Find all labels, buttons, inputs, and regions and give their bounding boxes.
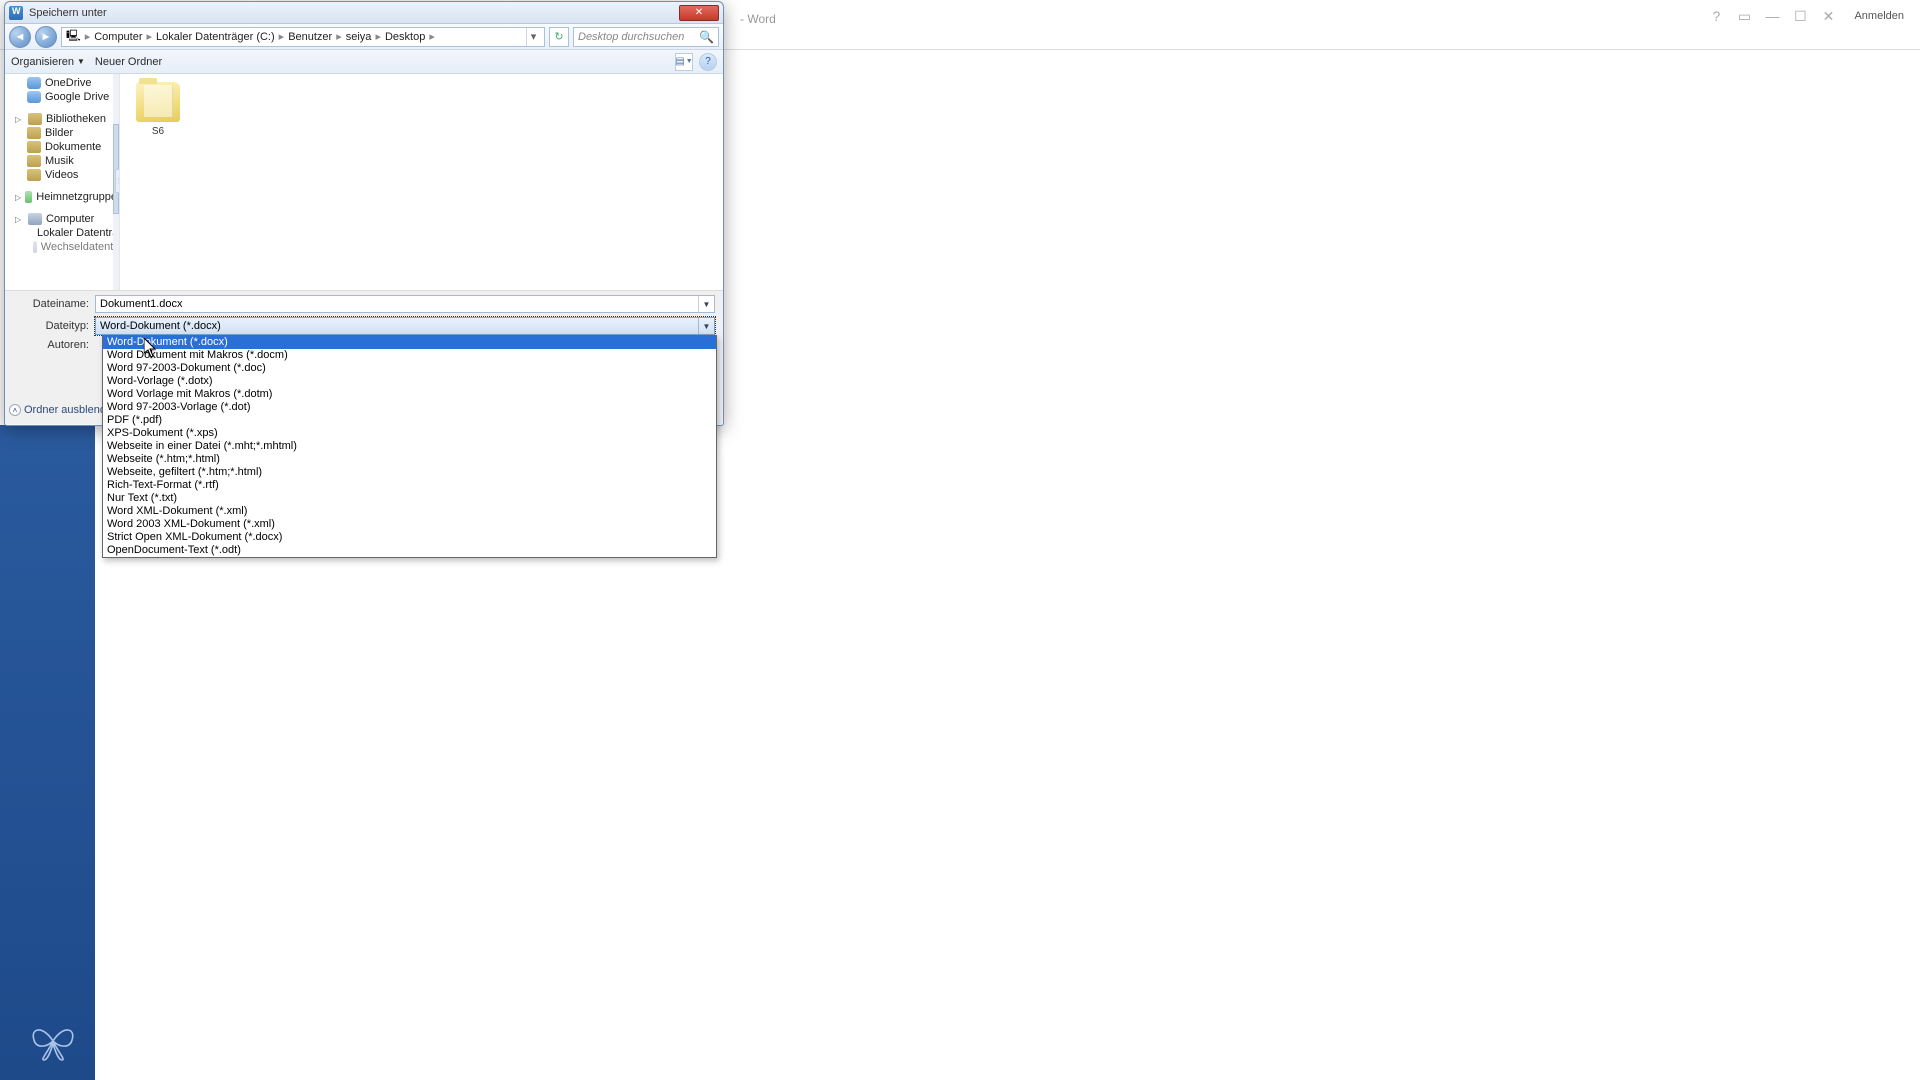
folder-tree[interactable]: OneDrive Google Drive ▷Bibliotheken Bild… <box>5 74 120 290</box>
dialog-title: Speichern unter <box>29 7 107 19</box>
breadcrumb-seg[interactable]: Lokaler Datenträger (C:) <box>156 31 275 43</box>
address-dropdown-icon[interactable]: ▾ <box>526 28 540 46</box>
organize-menu[interactable]: Organisieren ▼ <box>11 56 85 68</box>
search-placeholder: Desktop durchsuchen <box>578 31 684 43</box>
nav-back-button[interactable]: ◄ <box>9 26 31 48</box>
breadcrumb-seg[interactable]: Benutzer <box>288 31 332 43</box>
drive-icon <box>33 241 37 253</box>
library-icon <box>28 113 42 125</box>
filetype-option[interactable]: Word-Vorlage (*.dotx) <box>103 375 716 388</box>
folder-icon <box>136 82 180 122</box>
dropdown-arrow-icon[interactable]: ▼ <box>698 296 714 312</box>
maximize-icon[interactable]: ☐ <box>1792 8 1808 24</box>
dropdown-arrow-icon[interactable]: ▼ <box>698 318 714 334</box>
tree-item-local-c[interactable]: Lokaler Datenträ <box>5 226 119 240</box>
help-button[interactable]: ? <box>699 53 717 71</box>
filetype-option[interactable]: Rich-Text-Format (*.rtf) <box>103 479 716 492</box>
tree-item-gdrive[interactable]: Google Drive <box>5 90 119 104</box>
address-bar[interactable]: 🖳 ▸ Computer ▸ Lokaler Datenträger (C:) … <box>61 27 545 47</box>
videos-icon <box>27 169 41 181</box>
chevron-right-icon[interactable]: ▸ <box>147 30 153 43</box>
filetype-option[interactable]: Webseite, gefiltert (*.htm;*.html) <box>103 466 716 479</box>
tree-item-libraries[interactable]: ▷Bibliotheken <box>5 112 119 126</box>
tree-item-pictures[interactable]: Bilder <box>5 126 119 140</box>
tree-item-removable[interactable]: Wechseldatentr <box>5 240 119 254</box>
dialog-close-button[interactable]: ✕ <box>679 5 719 21</box>
documents-icon <box>27 141 41 153</box>
filetype-option[interactable]: Webseite (*.htm;*.html) <box>103 453 716 466</box>
navigation-row: ◄ ► 🖳 ▸ Computer ▸ Lokaler Datenträger (… <box>5 24 723 50</box>
nav-forward-button[interactable]: ► <box>35 26 57 48</box>
filetype-option[interactable]: Word 2003 XML-Dokument (*.xml) <box>103 518 716 531</box>
homegroup-icon <box>25 191 32 203</box>
computer-icon <box>28 213 42 225</box>
filetype-option[interactable]: Word Dokument mit Makros (*.docm) <box>103 349 716 362</box>
word-app-icon <box>9 6 23 20</box>
pictures-icon <box>27 127 41 139</box>
refresh-button[interactable]: ↻ <box>549 27 569 47</box>
chevron-right-icon[interactable]: ▸ <box>429 30 435 43</box>
breadcrumb-seg[interactable]: seiya <box>346 31 372 43</box>
help-icon[interactable]: ? <box>1708 8 1724 24</box>
ribbon-display-icon[interactable]: ▭ <box>1736 8 1752 24</box>
filetype-option[interactable]: Word 97-2003-Vorlage (*.dot) <box>103 401 716 414</box>
sign-in-link[interactable]: Anmelden <box>1848 8 1910 24</box>
tree-item-videos[interactable]: Videos <box>5 168 119 182</box>
word-window-title: - Word <box>740 12 776 26</box>
system-sidebar <box>0 425 95 1080</box>
filetype-option[interactable]: Word XML-Dokument (*.xml) <box>103 505 716 518</box>
tree-item-onedrive[interactable]: OneDrive <box>5 76 119 90</box>
close-word-icon[interactable]: ✕ <box>1820 8 1836 24</box>
filename-input[interactable]: Dokument1.docx ▼ <box>95 295 715 313</box>
breadcrumb-seg[interactable]: Computer <box>94 31 142 43</box>
new-folder-button[interactable]: Neuer Ordner <box>95 56 162 68</box>
filetype-option[interactable]: Word-Dokument (*.docx) <box>103 336 716 349</box>
document-page <box>95 530 1920 1080</box>
chevron-right-icon[interactable]: ▸ <box>336 30 342 43</box>
tree-item-documents[interactable]: Dokumente <box>5 140 119 154</box>
filetype-label: Dateityp: <box>13 320 95 332</box>
authors-label: Autoren: <box>13 339 95 351</box>
chevron-right-icon[interactable]: ▸ <box>375 30 381 43</box>
dialog-toolbar: Organisieren ▼ Neuer Ordner ▤▼ ? <box>5 50 723 74</box>
filetype-combobox[interactable]: Word-Dokument (*.docx) ▼ <box>95 317 715 335</box>
expand-icon[interactable]: ▷ <box>15 115 24 124</box>
music-icon <box>27 155 41 167</box>
main-split: OneDrive Google Drive ▷Bibliotheken Bild… <box>5 74 723 290</box>
folder-label: S6 <box>128 126 188 137</box>
filename-label: Dateiname: <box>13 298 95 310</box>
filetype-option[interactable]: PDF (*.pdf) <box>103 414 716 427</box>
tree-item-music[interactable]: Musik <box>5 154 119 168</box>
word-topright-controls: ? ▭ — ☐ ✕ Anmelden <box>1708 8 1910 24</box>
breadcrumb-seg[interactable]: Desktop <box>385 31 425 43</box>
tree-item-computer[interactable]: ▷Computer <box>5 212 119 226</box>
chevron-right-icon[interactable]: ▸ <box>279 30 285 43</box>
filetype-dropdown-list[interactable]: Word-Dokument (*.docx) Word Dokument mit… <box>102 335 717 558</box>
search-input[interactable]: Desktop durchsuchen 🔍 <box>573 27 719 47</box>
cloud-icon <box>27 91 41 103</box>
tree-item-homegroup[interactable]: ▷Heimnetzgruppe <box>5 190 119 204</box>
content-pane[interactable]: S6 <box>120 74 723 290</box>
dialog-titlebar[interactable]: Speichern unter ✕ <box>5 2 723 24</box>
filetype-option[interactable]: Word 97-2003-Dokument (*.doc) <box>103 362 716 375</box>
search-icon: 🔍 <box>699 30 714 44</box>
expand-icon[interactable]: ▷ <box>15 193 21 202</box>
filetype-option[interactable]: Word Vorlage mit Makros (*.dotm) <box>103 388 716 401</box>
computer-icon: 🖳 <box>66 27 81 46</box>
chevron-down-icon: ▼ <box>77 57 85 66</box>
filetype-option[interactable]: OpenDocument-Text (*.odt) <box>103 544 716 557</box>
filetype-option[interactable]: XPS-Dokument (*.xps) <box>103 427 716 440</box>
filetype-option[interactable]: Strict Open XML-Dokument (*.docx) <box>103 531 716 544</box>
chevron-up-icon: ˄ <box>9 404 21 416</box>
filetype-option[interactable]: Nur Text (*.txt) <box>103 492 716 505</box>
chevron-right-icon[interactable]: ▸ <box>85 30 91 43</box>
folder-item[interactable]: S6 <box>128 82 188 137</box>
view-options-button[interactable]: ▤▼ <box>675 53 693 71</box>
butterfly-logo-icon <box>28 1020 78 1062</box>
tree-splitter-handle[interactable]: ⋮ <box>115 169 120 193</box>
expand-icon[interactable]: ▷ <box>15 215 24 224</box>
filetype-option[interactable]: Webseite in einer Datei (*.mht;*.mhtml) <box>103 440 716 453</box>
cloud-icon <box>27 77 41 89</box>
minimize-icon[interactable]: — <box>1764 8 1780 24</box>
